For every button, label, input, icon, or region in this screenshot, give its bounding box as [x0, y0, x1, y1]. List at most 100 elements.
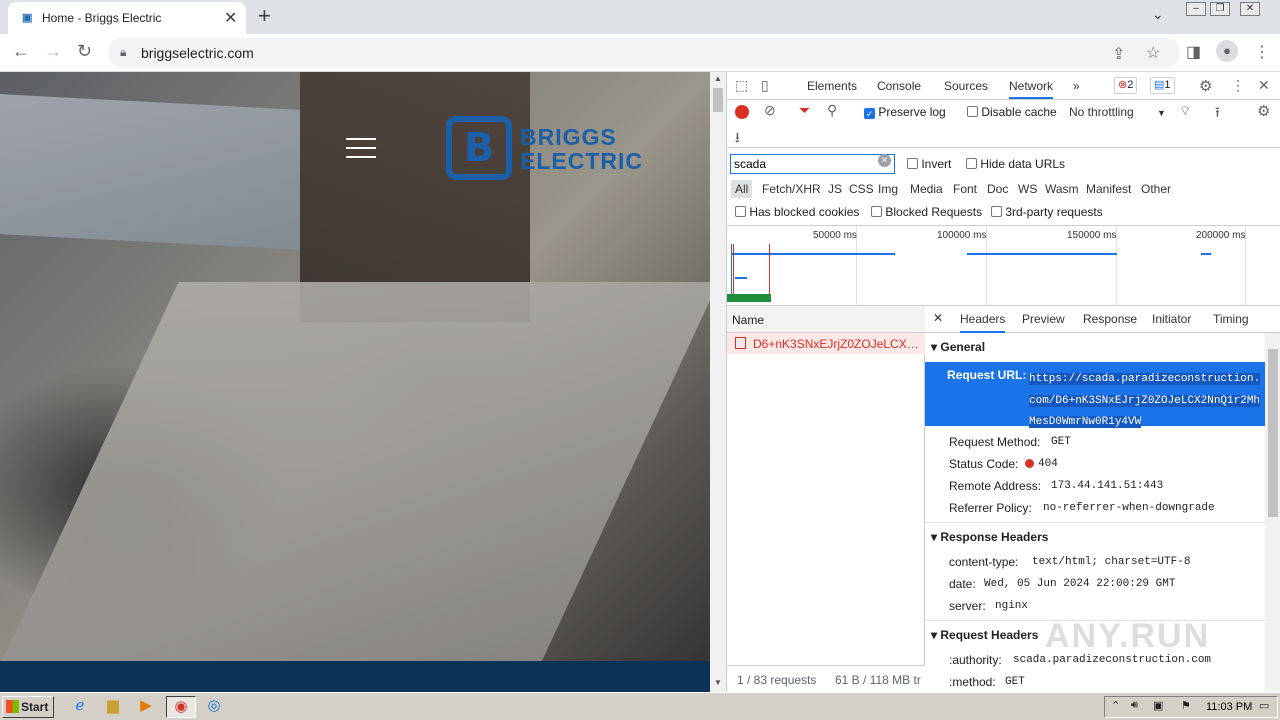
type-filter-media[interactable]: Media: [910, 182, 943, 196]
type-filter-other[interactable]: Other: [1141, 182, 1171, 196]
clear-icon[interactable]: ⊘: [764, 102, 776, 119]
address-url[interactable]: briggselectric.com: [141, 45, 254, 61]
tab-close-icon[interactable]: ✕: [224, 8, 237, 28]
disable-cache-checkbox[interactable]: Disable cache: [967, 105, 1057, 119]
throttling-select[interactable]: No throttling ▼: [1069, 105, 1166, 119]
invert-checkbox[interactable]: Invert: [907, 157, 951, 171]
address-bar[interactable]: 🔒︎ briggselectric.com ⇪ ☆: [108, 38, 1180, 68]
clear-filter-icon[interactable]: ✕: [878, 154, 891, 167]
inspect-element-icon[interactable]: ⬚: [735, 77, 748, 94]
request-name[interactable]: D6+nK3SNxEJrjZ0ZOJeLCX2N...: [753, 337, 923, 351]
settings-gear-icon[interactable]: ⚙: [1199, 77, 1212, 95]
type-filter-all[interactable]: All: [731, 180, 753, 198]
scroll-down-icon[interactable]: ▼: [714, 678, 722, 687]
profile-avatar-icon[interactable]: ●: [1216, 40, 1238, 62]
minimize-button[interactable]: ‒: [1186, 2, 1206, 16]
tab-initiator[interactable]: Initiator: [1152, 312, 1191, 326]
type-filter-ws[interactable]: WS: [1018, 182, 1037, 196]
volume-icon[interactable]: 🔊︎: [1131, 699, 1138, 712]
tab-console[interactable]: Console: [877, 79, 921, 93]
page-scrollbar[interactable]: ▲ ▼: [710, 72, 726, 692]
request-url-text[interactable]: https://scada.paradizeconstruction.com/D…: [1029, 373, 1261, 428]
browser-tab[interactable]: ▣ Home - Briggs Electric ✕: [8, 2, 246, 34]
edge-icon[interactable]: ◎: [202, 696, 226, 718]
request-url-value[interactable]: https://scada.paradizeconstruction.com/D…: [1029, 369, 1263, 434]
briggs-logo-icon[interactable]: B: [446, 116, 512, 180]
network-tray-icon[interactable]: ▣: [1153, 699, 1163, 712]
tab-preview[interactable]: Preview: [1022, 312, 1065, 326]
hide-data-urls-checkbox[interactable]: Hide data URLs: [966, 157, 1065, 171]
details-scroll-thumb[interactable]: [1268, 349, 1278, 517]
import-har-icon[interactable]: ⭱: [1215, 102, 1220, 126]
media-player-icon[interactable]: ▶: [134, 696, 158, 718]
type-filter-doc[interactable]: Doc: [987, 182, 1008, 196]
back-arrow-icon[interactable]: ←: [12, 41, 30, 62]
tab-search-chevron-icon[interactable]: ⌄: [1152, 6, 1164, 23]
side-panel-icon[interactable]: ◨: [1186, 42, 1201, 62]
search-icon[interactable]: ⚲: [827, 102, 837, 119]
type-filter-js[interactable]: JS: [828, 182, 842, 196]
network-settings-gear-icon[interactable]: ⚙: [1257, 102, 1270, 120]
table-row[interactable]: D6+nK3SNxEJrjZ0ZOJeLCX2N...: [727, 333, 925, 354]
message-count-badge[interactable]: ▤1: [1150, 77, 1175, 94]
network-conditions-icon[interactable]: ⌔: [1179, 103, 1191, 119]
close-devtools-icon[interactable]: ✕: [1258, 77, 1270, 94]
blocked-requests-checkbox[interactable]: Blocked Requests: [871, 205, 982, 219]
close-window-button[interactable]: ✕: [1240, 2, 1260, 16]
restore-button[interactable]: ❐: [1210, 2, 1230, 16]
type-filter-img[interactable]: Img: [878, 182, 898, 196]
taskbar-clock[interactable]: 11:03 PM: [1206, 701, 1252, 713]
logo-text-line2[interactable]: ELECTRIC: [520, 148, 643, 175]
general-section-toggle[interactable]: ▾ General: [931, 340, 985, 354]
request-headers-toggle[interactable]: ▾ Request Headers: [931, 628, 1038, 642]
tab-headers[interactable]: Headers: [960, 312, 1006, 333]
name-column-header[interactable]: Name: [732, 313, 764, 327]
tab-network[interactable]: Network: [1009, 79, 1054, 99]
bookmark-star-icon[interactable]: ☆: [1146, 43, 1160, 63]
tab-sources[interactable]: Sources: [944, 79, 988, 93]
devtools-menu-icon[interactable]: ⋮: [1231, 77, 1245, 94]
tab-response[interactable]: Response: [1083, 312, 1137, 326]
share-icon[interactable]: ⇪: [1112, 44, 1125, 64]
third-party-requests-checkbox[interactable]: 3rd-party requests: [991, 205, 1103, 219]
timeline-selection[interactable]: [727, 294, 771, 302]
method-label: :method:: [949, 675, 996, 689]
file-explorer-icon[interactable]: ▆: [101, 696, 125, 718]
new-tab-button[interactable]: +: [258, 3, 271, 29]
show-desktop-icon[interactable]: ▭: [1259, 699, 1269, 712]
filter-input[interactable]: [730, 154, 895, 174]
record-icon[interactable]: [735, 105, 749, 119]
logo-text-line1[interactable]: BRIGGS: [520, 124, 617, 151]
response-headers-toggle[interactable]: ▾ Response Headers: [931, 530, 1048, 544]
start-button[interactable]: Start: [2, 696, 54, 718]
preserve-log-checkbox[interactable]: ✓ Preserve log: [864, 105, 946, 119]
error-count-badge[interactable]: ⊗2: [1114, 77, 1138, 94]
page-scroll-thumb[interactable]: [713, 88, 723, 112]
type-filter-css[interactable]: CSS: [849, 182, 874, 196]
hamburger-menu-icon[interactable]: [346, 138, 376, 160]
has-blocked-cookies-checkbox[interactable]: Has blocked cookies: [735, 205, 859, 219]
lock-icon[interactable]: 🔒︎: [120, 45, 126, 60]
type-filter-fetch-xhr[interactable]: Fetch/XHR: [762, 182, 821, 196]
tray-expand-icon[interactable]: ⌃: [1111, 699, 1120, 712]
more-tabs-icon[interactable]: »: [1073, 79, 1080, 93]
close-details-icon[interactable]: ✕: [933, 311, 943, 325]
type-filter-font[interactable]: Font: [953, 182, 977, 196]
security-flag-icon[interactable]: ⚑: [1181, 699, 1191, 712]
reload-icon[interactable]: ↻: [77, 41, 92, 62]
device-toolbar-icon[interactable]: ▯: [761, 77, 769, 94]
tab-timing[interactable]: Timing: [1213, 312, 1249, 326]
tab-elements[interactable]: Elements: [807, 79, 857, 93]
scroll-up-icon[interactable]: ▲: [714, 74, 722, 83]
details-scrollbar[interactable]: [1265, 333, 1280, 692]
more-menu-icon[interactable]: ⋮: [1254, 42, 1270, 62]
network-overview-timeline[interactable]: 50000 ms 100000 ms 150000 ms 200000 ms: [727, 226, 1280, 306]
internet-explorer-icon[interactable]: ℯ: [68, 696, 92, 718]
has-blocked-cookies-label: Has blocked cookies: [749, 205, 860, 219]
type-filter-wasm[interactable]: Wasm: [1045, 182, 1079, 196]
type-filter-manifest[interactable]: Manifest: [1086, 182, 1131, 196]
filter-icon[interactable]: ⏷: [799, 102, 810, 119]
forward-arrow-icon[interactable]: →: [44, 41, 62, 62]
chrome-taskbar-icon[interactable]: ◉: [166, 696, 196, 718]
request-list-header[interactable]: Name: [727, 306, 925, 333]
